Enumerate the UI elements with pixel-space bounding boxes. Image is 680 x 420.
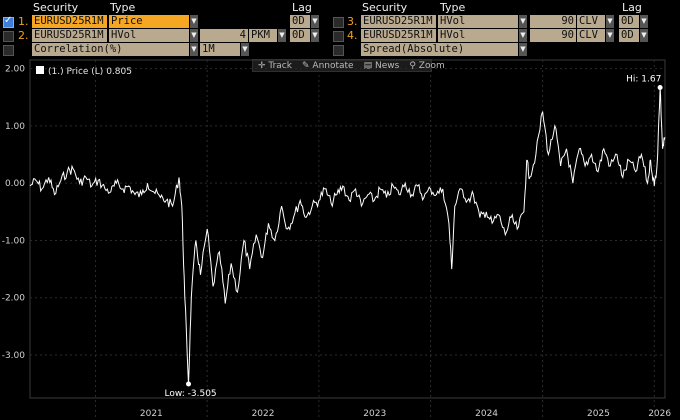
y-tick-label: 1.00	[5, 122, 25, 132]
y-tick-label: 2.00	[5, 65, 25, 75]
series-4-lag-field[interactable]: 0D	[619, 29, 639, 42]
series-1-number: 1.	[18, 15, 29, 28]
series-3-security-field[interactable]: EURUSD25R1M	[361, 15, 436, 28]
series-2-type-dropdown-icon[interactable]: ▼	[190, 29, 198, 42]
series-3-checkbox[interactable]	[333, 17, 344, 28]
series-1-lag-field[interactable]: 0D	[290, 15, 310, 28]
series-1-security-field[interactable]: EURUSD25R1M	[32, 15, 107, 28]
series-3-unit-dropdown-icon[interactable]: ▼	[606, 15, 614, 28]
series-2-param-field[interactable]: 4	[200, 29, 248, 42]
y-axis: 2.00 1.00 0.00 -1.00 -2.00 -3.00	[2, 65, 26, 361]
spread-checkbox[interactable]	[333, 45, 344, 56]
y-tick-label: -1.00	[2, 236, 26, 246]
x-tick-label: 2022	[252, 409, 275, 419]
chart-toolbar: ✛ Track ✎ Annotate ▤ News ⚲ Zoom	[252, 59, 445, 72]
header-security-right: Security	[362, 1, 408, 14]
series-4-type-dropdown-icon[interactable]: ▼	[519, 29, 527, 42]
news-label: News	[374, 60, 400, 71]
series-4-type-field[interactable]: HVol	[438, 29, 518, 42]
correlation-dropdown-icon[interactable]: ▼	[190, 43, 198, 56]
series-4-unit-field[interactable]: CLV	[577, 29, 605, 42]
low-annotation: Low: -3.505	[165, 389, 217, 399]
magnifier-icon: ⚲	[409, 60, 416, 71]
annotate-label: Annotate	[312, 60, 354, 71]
zoom-label: Zoom	[418, 60, 445, 71]
series-3-type-dropdown-icon[interactable]: ▼	[519, 15, 527, 28]
pencil-icon: ✎	[301, 60, 310, 71]
series-1-type-field[interactable]: Price	[109, 15, 189, 28]
series-3-number: 3.	[347, 15, 358, 28]
series-2-type-field[interactable]: HVol	[109, 29, 189, 42]
series-2-lag-dropdown-icon[interactable]: ▼	[311, 29, 319, 42]
series-2-unit-dropdown-icon[interactable]: ▼	[278, 29, 286, 42]
legend-value: 0.805	[106, 67, 132, 77]
header-lag-right: Lag	[622, 1, 642, 14]
legend-series-name: (1.) Price (L)	[48, 67, 103, 77]
header-type-right: Type	[440, 1, 466, 14]
zoom-button[interactable]: ⚲ Zoom	[409, 61, 444, 71]
series-3-unit-field[interactable]: CLV	[577, 15, 605, 28]
correlation-field[interactable]: Correlation(%)	[32, 43, 189, 56]
header-lag-left: Lag	[292, 1, 312, 14]
low-marker	[186, 381, 192, 387]
correlation-period-field[interactable]: 1M	[200, 43, 240, 56]
news-button[interactable]: ▤ News	[364, 61, 400, 71]
track-label: Track	[268, 60, 292, 71]
header-type-left: Type	[110, 1, 136, 14]
price-series-line	[29, 87, 666, 385]
series-2-security-field[interactable]: EURUSD25R1M	[32, 29, 107, 42]
high-marker	[657, 84, 663, 90]
legend-swatch	[36, 66, 44, 74]
series-2-checkbox[interactable]	[3, 31, 14, 42]
series-3-lag-field[interactable]: 0D	[619, 15, 639, 28]
crosshair-icon: ✛	[258, 60, 266, 71]
series-2-unit-field[interactable]: PKM	[249, 29, 277, 42]
y-tick-label: 0.00	[5, 179, 25, 189]
plot-frame	[29, 59, 666, 399]
series-1-lag-dropdown-icon[interactable]: ▼	[311, 15, 319, 28]
series-2-number: 2.	[18, 29, 29, 42]
x-tick-label: 2024	[475, 409, 498, 419]
series-4-checkbox[interactable]	[333, 31, 344, 42]
legend-label: (1.) Price (L) 0.805	[48, 67, 132, 77]
series-1-type-dropdown-icon[interactable]: ▼	[190, 15, 198, 28]
x-tick-label: 2023	[363, 409, 386, 419]
y-tick-label: -2.00	[2, 294, 26, 304]
series-3-lag-dropdown-icon[interactable]: ▼	[640, 15, 648, 28]
track-button[interactable]: ✛ Track	[258, 61, 292, 71]
y-tick-label: -3.00	[2, 351, 26, 361]
series-4-number: 4.	[347, 29, 358, 42]
x-tick-label: 2025	[587, 409, 610, 419]
annotate-button[interactable]: ✎ Annotate	[302, 61, 354, 71]
series-4-security-field[interactable]: EURUSD25R1M	[361, 29, 436, 42]
header-security-left: Security	[33, 1, 79, 14]
correlation-checkbox[interactable]	[3, 45, 14, 56]
x-tick-label: 2026	[648, 409, 671, 419]
chart-grid	[29, 59, 666, 418]
high-annotation: Hi: 1.67	[626, 74, 661, 84]
x-tick-label: 2021	[140, 409, 163, 419]
spread-field[interactable]: Spread(Absolute)	[361, 43, 518, 56]
series-4-lag-dropdown-icon[interactable]: ▼	[640, 29, 648, 42]
series-4-unit-dropdown-icon[interactable]: ▼	[606, 29, 614, 42]
series-4-param-field[interactable]: 90	[530, 29, 576, 42]
chart-settings-panel: Security Type Lag Security Type Lag 1. E…	[0, 0, 680, 58]
correlation-period-dropdown-icon[interactable]: ▼	[241, 43, 249, 56]
series-1-checkbox[interactable]	[3, 15, 14, 28]
series-2-lag-field[interactable]: 0D	[290, 29, 310, 42]
spread-dropdown-icon[interactable]: ▼	[519, 43, 527, 56]
news-icon: ▤	[363, 60, 373, 71]
series-3-param-field[interactable]: 90	[530, 15, 576, 28]
series-3-type-field[interactable]: HVol	[438, 15, 518, 28]
x-axis: 2021 2022 2023 2024 2025 2026	[140, 409, 671, 419]
